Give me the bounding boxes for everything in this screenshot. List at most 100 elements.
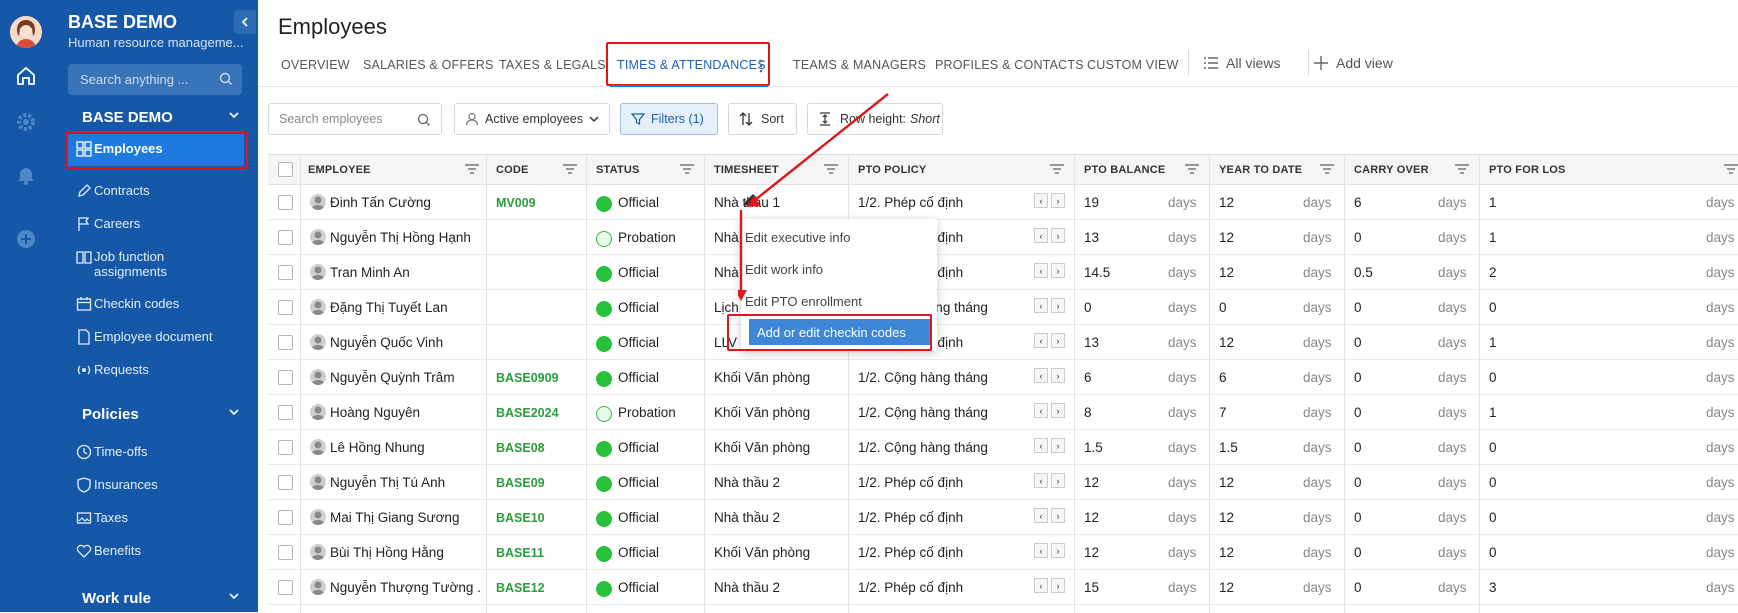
row-checkbox[interactable]: [278, 405, 293, 420]
table-row[interactable]: Nguyễn Thị Hồng HạnhProbationNhà thầu 11…: [268, 220, 1738, 255]
employee-name[interactable]: Nguyễn Thị Tú Anh: [330, 475, 480, 490]
tab-salaries-offers[interactable]: SALARIES & OFFERS: [363, 58, 494, 72]
column-filter-icon[interactable]: [1050, 164, 1064, 174]
next-arrow-icon[interactable]: ›: [1051, 438, 1065, 453]
next-arrow-icon[interactable]: ›: [1051, 298, 1065, 313]
prev-arrow-icon[interactable]: ‹: [1034, 263, 1048, 278]
employee-name[interactable]: Nguyễn Thượng Tường ...: [330, 580, 480, 595]
column-filter-icon[interactable]: [465, 164, 479, 174]
table-row[interactable]: Đặng Thị Tuyết LanOfficialLịch BP Lễ tân…: [268, 290, 1738, 325]
sidebar-item-benefits[interactable]: Benefits: [66, 536, 244, 568]
row-checkbox[interactable]: [278, 580, 293, 595]
table-row[interactable]: Nguyễn Thị Tú Anh BASE09 Official Nhà thầu …: [268, 465, 1738, 500]
next-arrow-icon[interactable]: ›: [1051, 473, 1065, 488]
employee-name[interactable]: Lê Hồng Nhung: [330, 440, 480, 455]
row-checkbox[interactable]: [278, 265, 293, 280]
sidebar-item-careers[interactable]: Careers: [66, 209, 244, 241]
next-arrow-icon[interactable]: ›: [1051, 193, 1065, 208]
prev-arrow-icon[interactable]: ‹: [1034, 298, 1048, 313]
col-pto-balance[interactable]: PTO BALANCE: [1084, 164, 1165, 176]
filters-button[interactable]: Filters (1): [620, 103, 718, 135]
prev-arrow-icon[interactable]: ‹: [1034, 578, 1048, 593]
table-row[interactable]: Nguyễn Quốc VinhOfficialLLV Văn phòng1/2…: [268, 325, 1738, 360]
tab-profiles-contacts[interactable]: PROFILES & CONTACTS: [935, 58, 1084, 72]
section-policies[interactable]: Policies: [82, 406, 239, 423]
col-pto-for-los[interactable]: PTO FOR LOS: [1489, 164, 1566, 176]
sidebar-item-checkin-codes[interactable]: Checkin codes: [66, 289, 244, 321]
collapse-sidebar-button[interactable]: [234, 10, 256, 34]
tab-taxes-legals[interactable]: TAXES & LEGALS: [499, 58, 606, 72]
prev-arrow-icon[interactable]: ‹: [1034, 438, 1048, 453]
tab-custom-view[interactable]: CUSTOM VIEW: [1087, 58, 1179, 72]
prev-arrow-icon[interactable]: ‹: [1034, 193, 1048, 208]
column-filter-icon[interactable]: [1724, 164, 1738, 174]
employee-name[interactable]: Tran Minh An: [330, 265, 480, 280]
add-circle-icon[interactable]: [14, 227, 38, 251]
next-arrow-icon[interactable]: ›: [1051, 578, 1065, 593]
user-avatar[interactable]: [10, 16, 42, 48]
column-filter-icon[interactable]: [1185, 164, 1199, 174]
prev-arrow-icon[interactable]: ‹: [1034, 403, 1048, 418]
table-row[interactable]: Tran Minh AnOfficialNhà thầu 11/2. Phép …: [268, 255, 1738, 290]
active-employees-dropdown[interactable]: Active employees: [454, 103, 610, 135]
section-base-demo[interactable]: BASE DEMO: [82, 109, 239, 126]
row-checkbox[interactable]: [278, 335, 293, 350]
table-row[interactable]: Đinh Tấn CườngMV009OfficialNhà thầu 11/2…: [268, 185, 1738, 220]
table-row[interactable]: Lê Hồng Nhung BASE08 Official Khối Văn phòn…: [268, 430, 1738, 465]
col-code[interactable]: CODE: [496, 164, 529, 176]
prev-arrow-icon[interactable]: ‹: [1034, 368, 1048, 383]
sidebar-item-employee-document[interactable]: Employee document: [66, 322, 244, 354]
prev-arrow-icon[interactable]: ‹: [1034, 543, 1048, 558]
employee-name[interactable]: Nguyễn Quốc Vinh: [330, 335, 480, 350]
table-row[interactable]: Nguyễn Thượng Tường ... BASE12 Official Nhà…: [268, 570, 1738, 605]
sidebar-item-taxes[interactable]: Taxes: [66, 503, 244, 535]
all-views-button[interactable]: All views: [1204, 55, 1280, 71]
sidebar-item-time-offs[interactable]: Time-offs: [66, 437, 244, 469]
next-arrow-icon[interactable]: ›: [1051, 333, 1065, 348]
bell-icon[interactable]: [14, 163, 38, 187]
prev-arrow-icon[interactable]: ‹: [1034, 473, 1048, 488]
next-arrow-icon[interactable]: ›: [1051, 368, 1065, 383]
table-row[interactable]: Bùi Thị Hồng Hằng BASE11 Official Khối Văn …: [268, 535, 1738, 570]
col-year-to-date[interactable]: YEAR TO DATE: [1219, 164, 1302, 176]
home-icon[interactable]: [14, 64, 38, 88]
employee-name[interactable]: Nguyễn Quỳnh Trâm: [330, 370, 480, 385]
row-checkbox[interactable]: [278, 475, 293, 490]
column-filter-icon[interactable]: [1455, 164, 1469, 174]
col-status[interactable]: STATUS: [596, 164, 640, 176]
row-checkbox[interactable]: [278, 300, 293, 315]
employee-name[interactable]: Nguyễn Thị Hồng Hạnh: [330, 230, 480, 245]
sidebar-item-insurances[interactable]: Insurances: [66, 470, 244, 502]
employee-name[interactable]: Đặng Thị Tuyết Lan: [330, 300, 480, 315]
prev-arrow-icon[interactable]: ‹: [1034, 508, 1048, 523]
next-arrow-icon[interactable]: ›: [1051, 263, 1065, 278]
section-work-rule[interactable]: Work rule: [82, 590, 239, 607]
sidebar-item-job-function[interactable]: Job function assignments: [66, 242, 244, 288]
column-filter-icon[interactable]: [563, 164, 577, 174]
tab-teams-managers[interactable]: TEAMS & MANAGERS: [793, 58, 926, 72]
sidebar-search-input[interactable]: Search anything ...: [68, 64, 242, 95]
table-row[interactable]: Nguyễn Quỳnh Trâm BASE0909 Official Khối Vă…: [268, 360, 1738, 395]
col-carry-over[interactable]: CARRY OVER: [1354, 164, 1429, 176]
add-view-button[interactable]: Add view: [1314, 55, 1393, 71]
table-row[interactable]: Mai Thị Giang Sương BASE10 Official Nhà thầ…: [268, 500, 1738, 535]
row-checkbox[interactable]: [278, 230, 293, 245]
table-row[interactable]: Hoàng Nguyên BASE2024 Probation Khối Văn ph…: [268, 395, 1738, 430]
column-filter-icon[interactable]: [680, 164, 694, 174]
employee-name[interactable]: Hoàng Nguyên: [330, 405, 480, 420]
row-checkbox[interactable]: [278, 195, 293, 210]
row-checkbox[interactable]: [278, 370, 293, 385]
col-employee[interactable]: EMPLOYEE: [308, 164, 371, 176]
next-arrow-icon[interactable]: ›: [1051, 228, 1065, 243]
sidebar-item-requests[interactable]: Requests: [66, 355, 244, 387]
prev-arrow-icon[interactable]: ‹: [1034, 228, 1048, 243]
row-checkbox[interactable]: [278, 440, 293, 455]
employee-name[interactable]: Mai Thị Giang Sương: [330, 510, 480, 525]
employee-name[interactable]: Đinh Tấn Cường: [330, 195, 480, 210]
column-filter-icon[interactable]: [1320, 164, 1334, 174]
next-arrow-icon[interactable]: ›: [1051, 403, 1065, 418]
select-all-checkbox[interactable]: [278, 162, 293, 177]
prev-arrow-icon[interactable]: ‹: [1034, 333, 1048, 348]
sidebar-item-contracts[interactable]: Contracts: [66, 176, 244, 208]
row-checkbox[interactable]: [278, 510, 293, 525]
